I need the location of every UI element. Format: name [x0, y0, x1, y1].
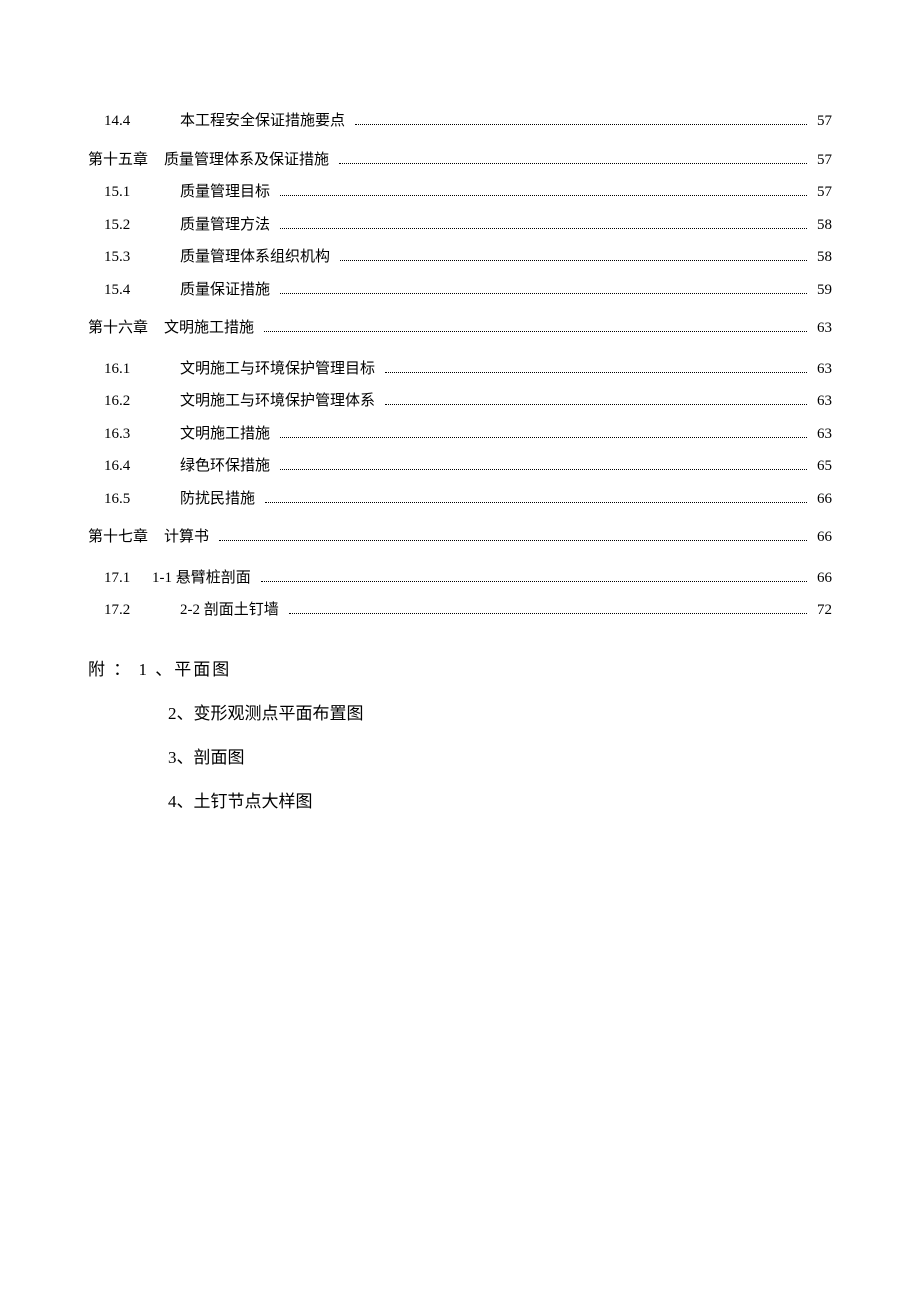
toc-entry: 14.4 本工程安全保证措施要点 57 [88, 110, 832, 133]
toc-chapter-num: 第十七章 [88, 526, 164, 549]
toc-leader [264, 331, 807, 332]
toc-entry: 15.1 质量管理目标 57 [88, 181, 832, 204]
toc-page: 57 [811, 149, 832, 172]
toc-leader [219, 540, 807, 541]
toc-title: 质量管理方法 [180, 214, 276, 237]
toc-leader [280, 195, 807, 196]
toc-entry: 17.1 1-1 悬臂桩剖面 66 [88, 567, 832, 590]
toc-chapter: 第十六章 文明施工措施 63 [88, 317, 832, 340]
toc-page: 58 [811, 214, 832, 237]
toc-entry: 16.5 防扰民措施 66 [88, 488, 832, 511]
toc-leader [385, 372, 807, 373]
toc-page: 65 [811, 455, 832, 478]
toc-page: 58 [811, 246, 832, 269]
toc-entry: 16.3 文明施工措施 63 [88, 423, 832, 446]
toc-chapter-title: 计算书 [164, 526, 215, 549]
toc-title: 质量管理体系组织机构 [180, 246, 336, 269]
toc-title: 质量保证措施 [180, 279, 276, 302]
toc-page: 57 [811, 110, 832, 133]
attachments-block: 附 ： 1 、平面图 2、变形观测点平面布置图 3、剖面图 4、土钉节点大样图 [88, 648, 832, 825]
toc-num: 16.1 [88, 358, 180, 381]
toc-title: 1-1 悬臂桩剖面 [152, 567, 257, 590]
toc-title: 防扰民措施 [180, 488, 261, 511]
toc-title: 绿色环保措施 [180, 455, 276, 478]
toc-num: 15.3 [88, 246, 180, 269]
toc-page: 63 [811, 423, 832, 446]
toc-entry: 16.1 文明施工与环境保护管理目标 63 [88, 358, 832, 381]
toc-entry: 16.2 文明施工与环境保护管理体系 63 [88, 390, 832, 413]
toc-title: 文明施工措施 [180, 423, 276, 446]
toc-entry: 15.4 质量保证措施 59 [88, 279, 832, 302]
attachments-heading: 附 ： 1 、平面图 [88, 648, 832, 692]
toc-leader [280, 469, 807, 470]
attachment-item: 4、土钉节点大样图 [88, 780, 832, 824]
toc-title: 质量管理目标 [180, 181, 276, 204]
toc-num: 14.4 [88, 110, 180, 133]
toc-page: 57 [811, 181, 832, 204]
toc-chapter: 第十七章 计算书 66 [88, 526, 832, 549]
toc-page: 66 [811, 567, 832, 590]
toc-leader [280, 437, 807, 438]
toc-page: 66 [811, 526, 832, 549]
toc-chapter-num: 第十六章 [88, 317, 164, 340]
toc-num: 15.2 [88, 214, 180, 237]
toc-num: 16.4 [88, 455, 180, 478]
toc-num: 15.1 [88, 181, 180, 204]
toc-num: 16.3 [88, 423, 180, 446]
toc-leader [340, 260, 807, 261]
toc-leader [339, 163, 807, 164]
toc-leader [355, 124, 807, 125]
toc-num: 16.2 [88, 390, 180, 413]
toc-page: 72 [811, 599, 832, 622]
toc-num: 15.4 [88, 279, 180, 302]
toc-chapter: 第十五章 质量管理体系及保证措施 57 [88, 149, 832, 172]
toc-leader [261, 581, 807, 582]
toc-title: 文明施工与环境保护管理体系 [180, 390, 381, 413]
toc-page: 59 [811, 279, 832, 302]
toc-title: 文明施工与环境保护管理目标 [180, 358, 381, 381]
attachment-item: 3、剖面图 [88, 736, 832, 780]
toc-num: 17.2 [88, 599, 180, 622]
attachment-item: 2、变形观测点平面布置图 [88, 692, 832, 736]
toc-leader [280, 228, 807, 229]
toc-leader [280, 293, 807, 294]
toc-leader [265, 502, 807, 503]
toc-entry: 15.2 质量管理方法 58 [88, 214, 832, 237]
toc-entry: 17.2 2-2 剖面土钉墙 72 [88, 599, 832, 622]
toc-num: 17.1 [88, 567, 152, 590]
toc-chapter-title: 文明施工措施 [164, 317, 260, 340]
toc-title: 本工程安全保证措施要点 [180, 110, 351, 133]
toc-leader [289, 613, 807, 614]
toc-page: 63 [811, 317, 832, 340]
toc-chapter-num: 第十五章 [88, 149, 164, 172]
toc-chapter-title: 质量管理体系及保证措施 [164, 149, 335, 172]
toc-page: 63 [811, 390, 832, 413]
toc-page: 66 [811, 488, 832, 511]
toc-num: 16.5 [88, 488, 180, 511]
toc-page: 63 [811, 358, 832, 381]
toc-entry: 16.4 绿色环保措施 65 [88, 455, 832, 478]
toc-title: 2-2 剖面土钉墙 [180, 599, 285, 622]
document-page: 14.4 本工程安全保证措施要点 57 第十五章 质量管理体系及保证措施 57 … [0, 0, 920, 1303]
toc-leader [385, 404, 807, 405]
toc-entry: 15.3 质量管理体系组织机构 58 [88, 246, 832, 269]
